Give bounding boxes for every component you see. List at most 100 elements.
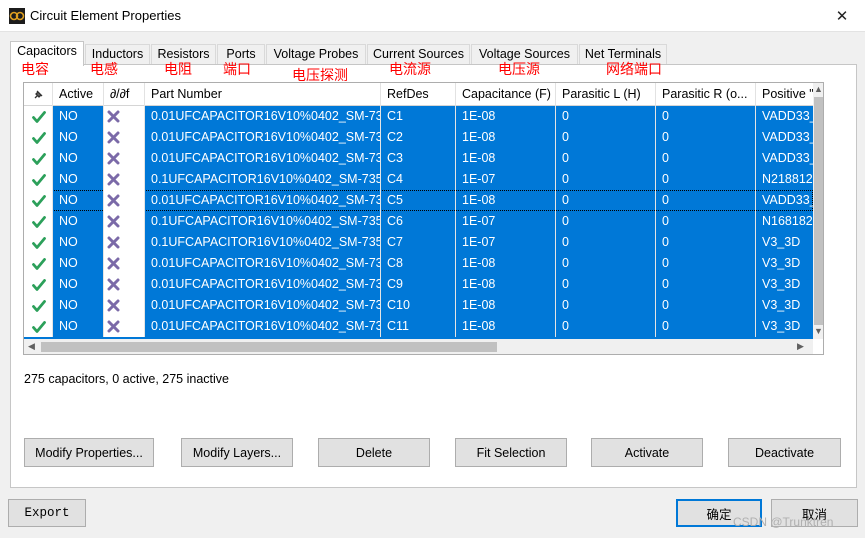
cell-capacitance[interactable]: 1E-08 [456,253,556,274]
vertical-scrollbar[interactable]: ▲ ▼ [813,83,823,339]
modify-layers-button[interactable]: Modify Layers... [181,438,293,467]
cell-active[interactable]: NO [53,232,104,253]
cross-icon[interactable] [104,169,145,190]
cell-refdes[interactable]: C4 [381,169,456,190]
cell-positive[interactable]: V3_3D [756,253,813,274]
scroll-right-icon[interactable]: ▶ [797,342,804,351]
cell-refdes[interactable]: C10 [381,295,456,316]
table-row[interactable]: NO 0.01UFCAPACITOR16V10%0402_SM-73 C3 1E-08… [24,148,813,169]
cell-capacitance[interactable]: 1E-08 [456,295,556,316]
cell-active[interactable]: NO [53,106,104,127]
column-header-refdes[interactable]: RefDes [381,83,456,106]
cell-active[interactable]: NO [53,148,104,169]
column-header-capacitance[interactable]: Capacitance (F) [456,83,556,106]
column-header-parasitic-l[interactable]: Parasitic L (H) [556,83,656,106]
table-row[interactable]: NO 0.01UFCAPACITOR16V10%0402_SM-73 C11 1E-0… [24,316,813,337]
column-header-active[interactable]: Active [53,83,104,106]
cell-parasitic-l[interactable]: 0 [556,274,656,295]
cell-positive[interactable]: V3_3D [756,232,813,253]
cross-icon[interactable] [104,127,145,148]
pin-column-header[interactable] [24,83,53,106]
cell-parasitic-r[interactable]: 0 [656,169,756,190]
check-icon[interactable] [24,148,53,169]
cell-parasitic-r[interactable]: 0 [656,211,756,232]
cell-active[interactable]: NO [53,295,104,316]
cell-capacitance[interactable]: 1E-08 [456,316,556,337]
cell-capacitance[interactable]: 1E-08 [456,106,556,127]
column-header-part-number[interactable]: Part Number [145,83,381,106]
cross-icon[interactable] [104,211,145,232]
check-icon[interactable] [24,253,53,274]
cross-icon[interactable] [104,190,145,211]
capacitor-table[interactable]: Active ∂/∂f Part Number RefDes Capacitan… [23,82,824,355]
cell-parasitic-r[interactable]: 0 [656,295,756,316]
cell-positive[interactable]: VADD33_P [756,106,813,127]
check-icon[interactable] [24,274,53,295]
cell-parasitic-l[interactable]: 0 [556,169,656,190]
cell-part-number[interactable]: 0.01UFCAPACITOR16V10%0402_SM-73 [145,127,381,148]
cell-capacitance[interactable]: 1E-07 [456,169,556,190]
table-row[interactable]: NO 0.1UFCAPACITOR16V10%0402_SM-735 C4 1E-07… [24,169,813,190]
cell-active[interactable]: NO [53,169,104,190]
check-icon[interactable] [24,106,53,127]
deactivate-button[interactable]: Deactivate [728,438,841,467]
table-row[interactable]: NO 0.01UFCAPACITOR16V10%0402_SM-73 C10 1E-0… [24,295,813,316]
check-icon[interactable] [24,295,53,316]
cell-refdes[interactable]: C9 [381,274,456,295]
cell-parasitic-l[interactable]: 0 [556,232,656,253]
cross-icon[interactable] [104,253,145,274]
cell-refdes[interactable]: C8 [381,253,456,274]
cell-refdes[interactable]: C1 [381,106,456,127]
cell-capacitance[interactable]: 1E-07 [456,211,556,232]
cell-positive[interactable]: VADD33_P [756,190,813,211]
cell-part-number[interactable]: 0.01UFCAPACITOR16V10%0402_SM-73 [145,190,381,211]
column-header-derivative[interactable]: ∂/∂f [104,83,145,106]
table-row[interactable]: NO 0.1UFCAPACITOR16V10%0402_SM-735 C6 1E-07… [24,211,813,232]
scroll-up-icon[interactable]: ▲ [814,85,823,94]
cell-capacitance[interactable]: 1E-08 [456,274,556,295]
cell-active[interactable]: NO [53,211,104,232]
activate-button[interactable]: Activate [591,438,703,467]
table-row[interactable]: NO 0.01UFCAPACITOR16V10%0402_SM-73 C1 1E-08… [24,106,813,127]
close-button[interactable]: ✕ [819,0,865,32]
cell-refdes[interactable]: C5 [381,190,456,211]
cell-parasitic-l[interactable]: 0 [556,295,656,316]
cell-part-number[interactable]: 0.01UFCAPACITOR16V10%0402_SM-73 [145,295,381,316]
cell-parasitic-r[interactable]: 0 [656,106,756,127]
scroll-left-icon[interactable]: ◀ [28,342,35,351]
check-icon[interactable] [24,190,53,211]
cell-capacitance[interactable]: 1E-08 [456,148,556,169]
cross-icon[interactable] [104,316,145,337]
cell-part-number[interactable]: 0.1UFCAPACITOR16V10%0402_SM-735 [145,169,381,190]
cell-parasitic-r[interactable]: 0 [656,232,756,253]
cross-icon[interactable] [104,295,145,316]
export-button[interactable]: Export [8,499,86,527]
cell-refdes[interactable]: C3 [381,148,456,169]
cell-positive[interactable]: V3_3D [756,274,813,295]
check-icon[interactable] [24,211,53,232]
cell-part-number[interactable]: 0.01UFCAPACITOR16V10%0402_SM-73 [145,148,381,169]
cell-refdes[interactable]: C2 [381,127,456,148]
cell-part-number[interactable]: 0.1UFCAPACITOR16V10%0402_SM-735 [145,211,381,232]
table-row[interactable]: NO 0.01UFCAPACITOR16V10%0402_SM-73 C9 1E-08… [24,274,813,295]
scroll-down-icon[interactable]: ▼ [814,327,823,336]
check-icon[interactable] [24,169,53,190]
cell-active[interactable]: NO [53,190,104,211]
cell-part-number[interactable]: 0.1UFCAPACITOR16V10%0402_SM-735 [145,232,381,253]
cell-positive[interactable]: VADD33_P [756,148,813,169]
cell-part-number[interactable]: 0.01UFCAPACITOR16V10%0402_SM-73 [145,274,381,295]
cell-refdes[interactable]: C7 [381,232,456,253]
cell-parasitic-l[interactable]: 0 [556,211,656,232]
cell-active[interactable]: NO [53,316,104,337]
table-row[interactable]: NO 0.01UFCAPACITOR16V10%0402_SM-73 C5 1E-08… [24,190,813,211]
cross-icon[interactable] [104,274,145,295]
cell-parasitic-l[interactable]: 0 [556,148,656,169]
cell-parasitic-r[interactable]: 0 [656,316,756,337]
cross-icon[interactable] [104,232,145,253]
cell-parasitic-l[interactable]: 0 [556,190,656,211]
check-icon[interactable] [24,127,53,148]
cell-part-number[interactable]: 0.01UFCAPACITOR16V10%0402_SM-73 [145,106,381,127]
cell-parasitic-r[interactable]: 0 [656,274,756,295]
horizontal-scroll-thumb[interactable] [41,342,497,352]
cell-parasitic-r[interactable]: 0 [656,148,756,169]
